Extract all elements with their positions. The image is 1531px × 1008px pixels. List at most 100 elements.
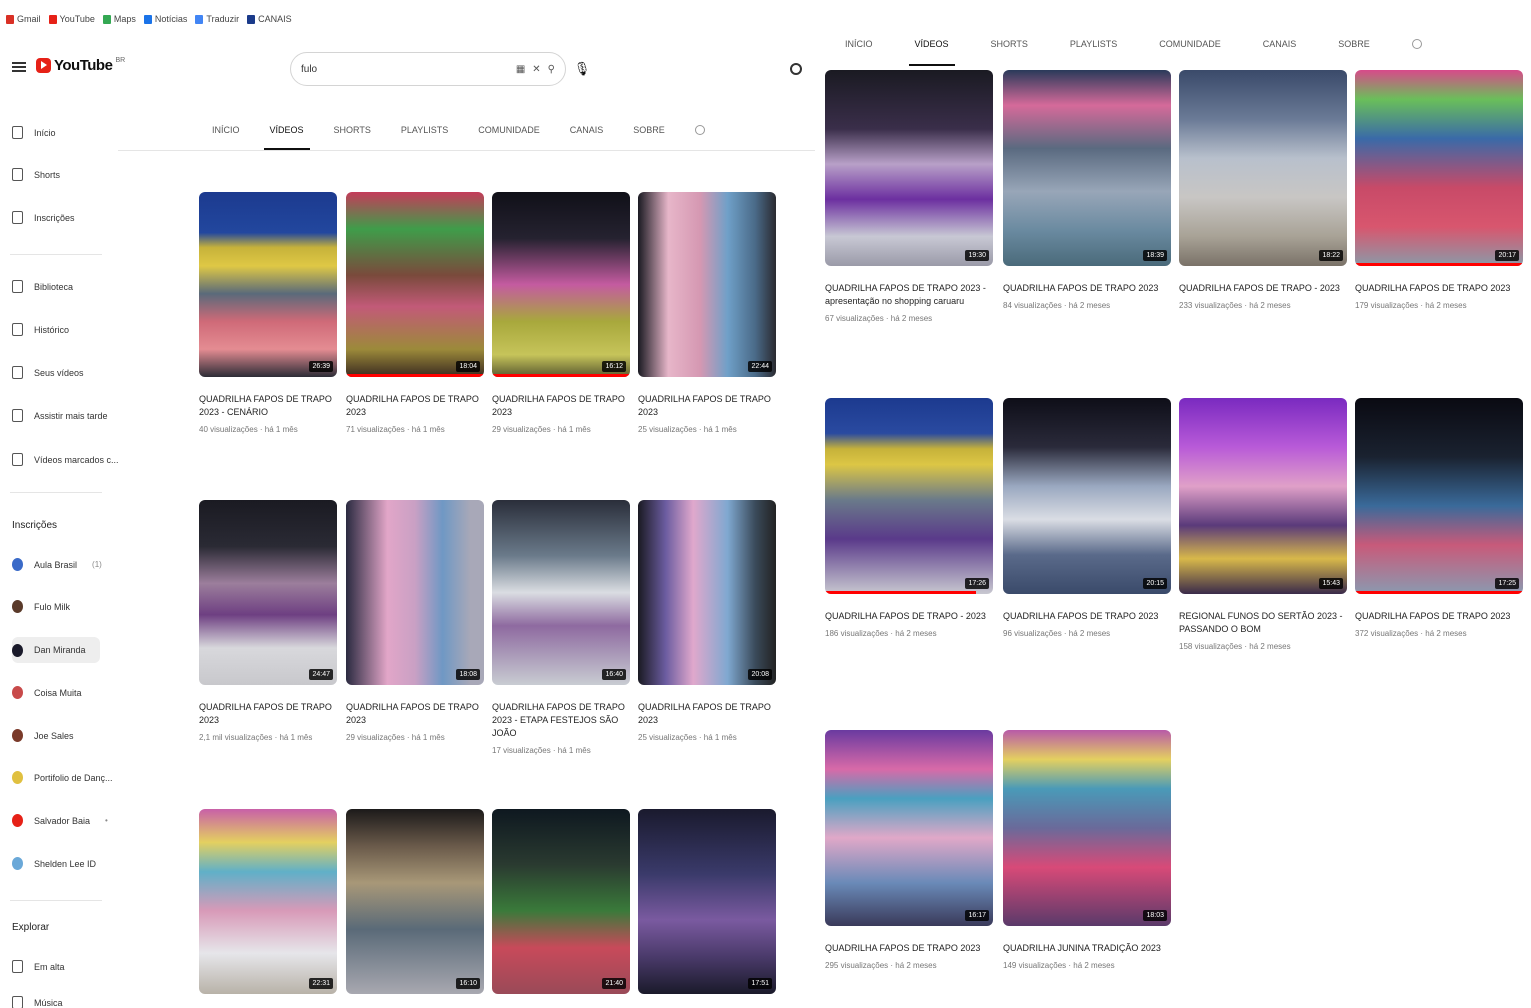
video-card[interactable]: 22:31	[199, 809, 337, 994]
video-thumbnail[interactable]: 17:26	[825, 398, 993, 594]
video-card[interactable]: 21:40	[492, 809, 630, 994]
video-card[interactable]: 17:26 QUADRILHA FAPOS DE TRAPO - 2023 186 …	[825, 398, 993, 638]
video-thumbnail[interactable]: 19:30	[825, 70, 993, 266]
video-card[interactable]: 18:08 QUADRILHA FAPOS DE TRAPO 2023 29 vis…	[346, 500, 484, 742]
account-icon[interactable]	[790, 63, 802, 75]
tab-playlists[interactable]: PLAYLISTS	[401, 110, 448, 150]
microphone-icon[interactable]: 🎙	[572, 58, 592, 80]
video-title[interactable]: QUADRILHA FAPOS DE TRAPO 2023	[1355, 282, 1523, 295]
video-title[interactable]: QUADRILHA FAPOS DE TRAPO 2023	[638, 393, 776, 419]
video-card[interactable]: 18:22 QUADRILHA FAPOS DE TRAPO - 2023 233 …	[1179, 70, 1347, 310]
video-thumbnail[interactable]: 20:17	[1355, 70, 1523, 266]
sidebar-item[interactable]: Música	[12, 996, 63, 1008]
video-card[interactable]: 16:40 QUADRILHA FAPOS DE TRAPO 2023 - ETA…	[492, 500, 630, 755]
tab-início[interactable]: INÍCIO	[845, 22, 873, 66]
video-title[interactable]: QUADRILHA FAPOS DE TRAPO 2023	[638, 701, 776, 727]
search-icon[interactable]: ⚲	[548, 64, 555, 75]
tab-vídeos[interactable]: VÍDEOS	[263, 110, 310, 150]
channel-search-icon[interactable]	[694, 125, 705, 135]
subscription-item[interactable]: Salvador Baia •	[12, 814, 108, 827]
sidebar-item[interactable]: Histórico	[12, 323, 69, 336]
sidebar-item[interactable]: Inscrições	[12, 211, 75, 224]
video-thumbnail[interactable]: 20:08	[638, 500, 776, 685]
subscription-item[interactable]: Coisa Muita	[12, 686, 82, 699]
sidebar-item[interactable]: Em alta	[12, 960, 65, 973]
tab-playlists[interactable]: PLAYLISTS	[1070, 22, 1117, 66]
subscription-item[interactable]: Aula Brasil (1)	[12, 558, 102, 571]
video-card[interactable]: 20:08 QUADRILHA FAPOS DE TRAPO 2023 25 vis…	[638, 500, 776, 742]
video-title[interactable]: QUADRILHA FAPOS DE TRAPO 2023	[199, 701, 337, 727]
video-card[interactable]: 19:30 QUADRILHA FAPOS DE TRAPO 2023 - apr…	[825, 70, 993, 323]
video-card[interactable]: 17:25 QUADRILHA FAPOS DE TRAPO 2023 372 vi…	[1355, 398, 1523, 638]
tab-vídeos[interactable]: VÍDEOS	[908, 22, 955, 66]
video-card[interactable]: 18:03 QUADRILHA JUNINA TRADIÇÃO 2023 149 v…	[1003, 730, 1171, 970]
sidebar-item[interactable]: Seus vídeos	[12, 366, 84, 379]
tab-sobre[interactable]: SOBRE	[1338, 22, 1370, 66]
video-thumbnail[interactable]: 21:40	[492, 809, 630, 994]
sidebar-item[interactable]: Shorts	[12, 168, 60, 181]
video-title[interactable]: QUADRILHA FAPOS DE TRAPO 2023	[1003, 610, 1171, 623]
subscription-item[interactable]: Fulo Milk	[12, 600, 70, 613]
video-title[interactable]: QUADRILHA FAPOS DE TRAPO 2023 - CENÁRIO	[199, 393, 337, 419]
keyboard-icon[interactable]: ▦	[516, 64, 525, 75]
sidebar-item[interactable]: Assistir mais tarde	[12, 409, 108, 422]
video-thumbnail[interactable]: 24:47	[199, 500, 337, 685]
hamburger-menu-icon[interactable]	[12, 60, 26, 74]
video-title[interactable]: QUADRILHA FAPOS DE TRAPO - 2023	[1179, 282, 1347, 295]
subscription-item[interactable]: Portifolio de Danç...	[12, 771, 113, 784]
video-thumbnail[interactable]: 18:22	[1179, 70, 1347, 266]
tab-início[interactable]: INÍCIO	[212, 110, 240, 150]
youtube-logo[interactable]: YouTube BR	[36, 57, 125, 74]
video-card[interactable]: 20:15 QUADRILHA FAPOS DE TRAPO 2023 96 vis…	[1003, 398, 1171, 638]
video-title[interactable]: REGIONAL FUNOS DO SERTÃO 2023 - PASSANDO…	[1179, 610, 1347, 636]
video-card[interactable]: 26:39 QUADRILHA FAPOS DE TRAPO 2023 - CEN…	[199, 192, 337, 434]
video-thumbnail[interactable]: 17:51	[638, 809, 776, 994]
video-card[interactable]: 15:43 REGIONAL FUNOS DO SERTÃO 2023 - PAS…	[1179, 398, 1347, 651]
video-thumbnail[interactable]: 18:08	[346, 500, 484, 685]
video-thumbnail[interactable]: 20:15	[1003, 398, 1171, 594]
video-title[interactable]: QUADRILHA FAPOS DE TRAPO 2023 - apresent…	[825, 282, 993, 308]
video-thumbnail[interactable]: 26:39	[199, 192, 337, 377]
video-card[interactable]: 18:04 QUADRILHA FAPOS DE TRAPO 2023 71 vis…	[346, 192, 484, 434]
video-title[interactable]: QUADRILHA FAPOS DE TRAPO 2023	[1003, 282, 1171, 295]
video-thumbnail[interactable]: 18:39	[1003, 70, 1171, 266]
video-thumbnail[interactable]: 16:40	[492, 500, 630, 685]
search-input[interactable]: fulo ▦ ✕ ⚲	[290, 52, 566, 86]
tab-comunidade[interactable]: COMUNIDADE	[1159, 22, 1221, 66]
video-thumbnail[interactable]: 17:25	[1355, 398, 1523, 594]
video-card[interactable]: 17:51	[638, 809, 776, 994]
video-title[interactable]: QUADRILHA FAPOS DE TRAPO - 2023	[825, 610, 993, 623]
video-title[interactable]: QUADRILHA JUNINA TRADIÇÃO 2023	[1003, 942, 1171, 955]
sidebar-item[interactable]: Início	[12, 126, 56, 139]
video-thumbnail[interactable]: 22:44	[638, 192, 776, 377]
video-thumbnail[interactable]: 16:10	[346, 809, 484, 994]
video-title[interactable]: QUADRILHA FAPOS DE TRAPO 2023	[825, 942, 993, 955]
video-title[interactable]: QUADRILHA FAPOS DE TRAPO 2023	[346, 701, 484, 727]
video-card[interactable]: 20:17 QUADRILHA FAPOS DE TRAPO 2023 179 vi…	[1355, 70, 1523, 310]
video-card[interactable]: 16:12 QUADRILHA FAPOS DE TRAPO 2023 29 vis…	[492, 192, 630, 434]
tab-sobre[interactable]: SOBRE	[633, 110, 665, 150]
tab-canais[interactable]: CANAIS	[570, 110, 604, 150]
video-title[interactable]: QUADRILHA FAPOS DE TRAPO 2023	[1355, 610, 1523, 623]
tab-comunidade[interactable]: COMUNIDADE	[478, 110, 540, 150]
video-thumbnail[interactable]: 18:03	[1003, 730, 1171, 926]
subscription-item[interactable]: Shelden Lee ID	[12, 857, 96, 870]
video-title[interactable]: QUADRILHA FAPOS DE TRAPO 2023 - ETAPA FE…	[492, 701, 630, 740]
clear-search-icon[interactable]: ✕	[532, 64, 540, 75]
video-thumbnail[interactable]: 16:17	[825, 730, 993, 926]
tab-shorts[interactable]: SHORTS	[991, 22, 1028, 66]
sidebar-item[interactable]: Vídeos marcados c...	[12, 453, 119, 466]
video-title[interactable]: QUADRILHA FAPOS DE TRAPO 2023	[346, 393, 484, 419]
subscription-item[interactable]: Joe Sales	[12, 729, 74, 742]
video-thumbnail[interactable]: 22:31	[199, 809, 337, 994]
tab-canais[interactable]: CANAIS	[1263, 22, 1297, 66]
tab-shorts[interactable]: SHORTS	[334, 110, 371, 150]
video-card[interactable]: 22:44 QUADRILHA FAPOS DE TRAPO 2023 25 vis…	[638, 192, 776, 434]
subscription-item[interactable]: Dan Miranda	[12, 637, 100, 663]
channel-search-icon[interactable]	[1411, 39, 1422, 49]
video-thumbnail[interactable]: 15:43	[1179, 398, 1347, 594]
video-card[interactable]: 16:17 QUADRILHA FAPOS DE TRAPO 2023 295 vi…	[825, 730, 993, 970]
video-thumbnail[interactable]: 16:12	[492, 192, 630, 377]
video-card[interactable]: 24:47 QUADRILHA FAPOS DE TRAPO 2023 2,1 mi…	[199, 500, 337, 742]
video-card[interactable]: 18:39 QUADRILHA FAPOS DE TRAPO 2023 84 vis…	[1003, 70, 1171, 310]
